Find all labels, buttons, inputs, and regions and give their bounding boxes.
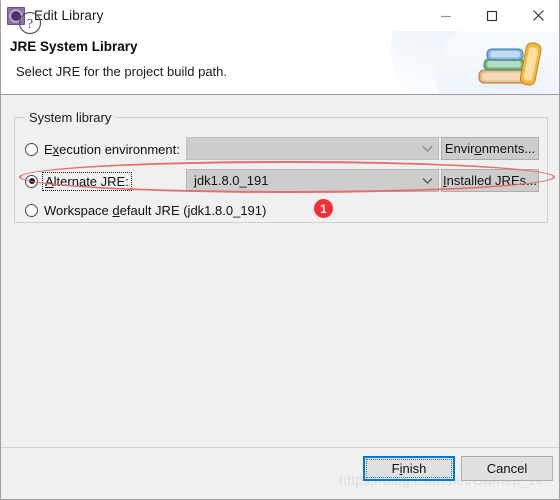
- environments-button-label: Environments...: [444, 141, 536, 156]
- execution-environment-combobox[interactable]: [186, 137, 439, 160]
- window-controls: [423, 0, 559, 31]
- annotation-step-badge: 1: [314, 199, 333, 218]
- page-title: JRE System Library: [10, 39, 138, 54]
- environments-button[interactable]: Environments...: [441, 137, 539, 160]
- radio-alternate-jre[interactable]: [25, 174, 38, 188]
- installed-jres-button-label: Installed JREs...: [443, 173, 537, 188]
- svg-text:?: ?: [27, 17, 33, 32]
- radio-label-alternate-jre: Alternate JRE:: [42, 171, 132, 191]
- edit-library-dialog: Edit Library JRE System Library Select J…: [0, 0, 560, 500]
- maximize-icon[interactable]: [469, 0, 515, 31]
- radio-option-alternate-jre[interactable]: Alternate JRE:: [25, 170, 132, 192]
- radio-option-workspace-default-jre[interactable]: Workspace default JRE (jdk1.8.0_191): [25, 199, 266, 221]
- cancel-button-label: Cancel: [486, 461, 528, 476]
- page-subtitle: Select JRE for the project build path.: [16, 64, 228, 79]
- radio-label-workspace-default-jre: Workspace default JRE (jdk1.8.0_191): [44, 202, 267, 218]
- question-mark-icon[interactable]: ?: [18, 11, 42, 35]
- books-stack-icon: [478, 42, 542, 89]
- finish-button[interactable]: Finish: [363, 456, 455, 481]
- radio-option-execution-environment[interactable]: Execution environment:: [25, 138, 180, 160]
- close-icon[interactable]: [515, 0, 559, 31]
- system-library-group-legend: System library: [25, 110, 116, 125]
- radio-label-execution-environment: Execution environment:: [44, 141, 180, 157]
- alternate-jre-combobox-value: jdk1.8.0_191: [194, 173, 269, 188]
- finish-button-focus-ring: [366, 459, 452, 478]
- dialog-header: JRE System Library Select JRE for the pr…: [1, 31, 559, 95]
- radio-workspace-default-jre[interactable]: [25, 203, 38, 217]
- chevron-down-icon[interactable]: [416, 145, 438, 153]
- radio-execution-environment[interactable]: [25, 142, 38, 156]
- installed-jres-button[interactable]: Installed JREs...: [441, 169, 539, 192]
- alternate-jre-combobox[interactable]: jdk1.8.0_191: [186, 169, 439, 192]
- cancel-button[interactable]: Cancel: [461, 456, 553, 481]
- window-title: Edit Library: [34, 8, 104, 23]
- chevron-down-icon[interactable]: [416, 177, 438, 185]
- title-bar: Edit Library: [1, 0, 559, 31]
- minimize-icon[interactable]: [423, 0, 469, 31]
